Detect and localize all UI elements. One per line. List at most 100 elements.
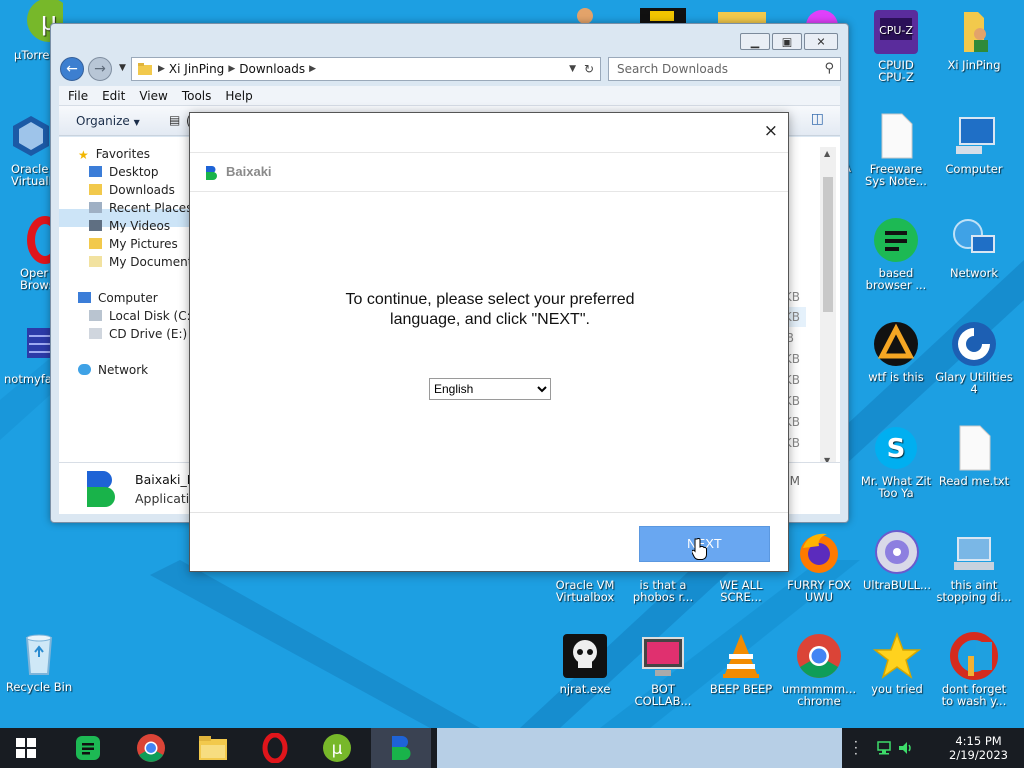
opera-icon [262,733,288,763]
preview-pane-icon[interactable]: ◫ [811,111,824,127]
desktop-icon-cpuz[interactable]: CPU-Z CPUID CPU-Z [857,8,935,83]
scroll-up-icon[interactable]: ▲ [824,149,830,158]
nav-desktop[interactable]: Desktop [89,165,159,179]
forward-button[interactable]: → [88,57,112,81]
volume-icon[interactable] [898,741,914,755]
taskbar-clock[interactable]: 4:15 PM 2/19/2023 [949,734,1008,762]
computer-icon [78,292,91,303]
taskbar-file-explorer[interactable] [185,728,241,768]
videos-folder-icon [89,220,102,231]
taskbar-empty-area[interactable] [437,728,842,768]
close-icon: ✕ [816,35,826,48]
breadcrumb-downloads[interactable]: Downloads [239,62,305,76]
menu-file[interactable]: File [68,89,88,103]
taskbar-baixaki[interactable] [371,728,431,768]
breadcrumb-xijinping[interactable]: Xi JinPing [169,62,224,76]
nav-label: Computer [98,291,158,305]
nav-downloads[interactable]: Downloads [89,183,175,197]
menu-tools[interactable]: Tools [182,89,212,103]
navigation-row: ← → ▼ ▶ Xi JinPing ▶ Downloads ▶ ▼ ↻ Sea… [59,55,841,83]
chevron-down-icon: ▼ [133,118,140,127]
language-select[interactable]: English [429,378,551,400]
folder-icon [199,736,227,760]
baixaki-app-icon [87,471,115,507]
partial-icon-user [577,8,593,24]
taskbar-based-browser[interactable] [60,728,116,768]
refresh-icon[interactable]: ↻ [584,62,594,76]
desktop-icon-label: based browser ... [865,266,927,292]
desktop-icon-label: Xi JinPing [947,58,1001,72]
nav-my-videos[interactable]: My Videos [89,219,170,233]
desktop-icon-ultrabull[interactable]: UltraBULL... [858,528,936,591]
desktop-icon-ummm-chrome[interactable]: ummmmm... chrome [780,632,858,707]
desktop-icon-based-browser[interactable]: based browser ... [857,216,935,291]
utorrent-icon: µ [323,734,351,762]
nav-local-disk[interactable]: Local Disk (C:) [89,309,195,323]
menu-help[interactable]: Help [225,89,252,103]
desktop-icon-stopping[interactable]: this aint stopping di... [935,528,1013,603]
desktop-icon-beep[interactable]: BEEP BEEP [702,632,780,695]
nav-recent-places[interactable]: Recent Places [89,201,192,215]
network-icon [953,219,995,253]
desktop-icon-youtried[interactable]: you tried [858,632,936,695]
nav-favorites[interactable]: ★ Favorites [78,147,150,162]
nav-my-pictures[interactable]: My Pictures [89,237,178,251]
text-file-icon [959,425,991,471]
taskbar-chrome[interactable] [123,728,179,768]
desktop-icon-xijinping[interactable]: Xi JinPing [935,8,1013,71]
nav-cd-drive[interactable]: CD Drive (E:) [89,327,187,341]
menu-view[interactable]: View [139,89,167,103]
desktop-icon-label: BEEP BEEP [709,682,773,696]
desktop-icon-wtf[interactable]: wtf is this [857,320,935,383]
desktop-icon-network[interactable]: Network [935,216,1013,279]
installer-icon [954,537,994,570]
drive-icon [89,310,102,321]
desktop-icon-glary[interactable]: Glary Utilities 4 [935,320,1013,395]
desktop-icon-readme[interactable]: Read me.txt [935,424,1013,487]
desktop-icon-label: BOT COLLAB... [634,682,692,708]
organize-button[interactable]: Organize ▼ [76,114,140,128]
back-button[interactable]: ← [60,57,84,81]
desktop-icon-dontforget[interactable]: dont forget to wash y... [935,632,1013,707]
desktop-icon-label: you tried [871,682,923,696]
network-status-icon[interactable] [876,741,892,755]
desktop-icon-furryfox[interactable]: FURRY FOX UWU [780,528,858,603]
dialog-brand-name: Baixaki [226,164,272,179]
start-button[interactable] [0,728,52,768]
close-window-button[interactable]: ✕ [804,33,838,50]
desktop-icon-freeware[interactable]: Freeware Sys Note... [857,112,935,187]
nav-label: Desktop [109,165,159,179]
desktop-icon-computer[interactable]: Computer [935,112,1013,175]
maximize-button[interactable]: ▣ [772,33,802,50]
scrollbar-thumb[interactable] [823,177,833,312]
dialog-close-button[interactable]: × [764,121,778,141]
search-input[interactable]: Search Downloads ⚲ [608,57,841,81]
breadcrumb-separator-icon: ▶ [228,64,236,74]
address-history-dropdown-icon[interactable]: ▼ [569,64,576,74]
open-command-icon[interactable]: ▤ [169,113,180,127]
desktop-icon-njrat[interactable]: njrat.exe [546,632,624,695]
vertical-scrollbar[interactable]: ▲ ▼ [820,147,836,467]
windows-logo-icon [16,738,36,758]
taskbar-utorrent[interactable]: µ [309,728,365,768]
desktop-icon-botcollab[interactable]: BOT COLLAB... [624,632,702,707]
nav-network[interactable]: Network [78,363,148,377]
pictures-folder-icon [89,238,102,249]
user-folder-icon [964,12,988,52]
system-tray: · · · 4:15 PM 2/19/2023 [852,728,1024,768]
installer-dialog[interactable]: × Baixaki To continue, please select you… [189,112,789,572]
nav-computer[interactable]: Computer [78,291,158,305]
aimp-icon [874,322,918,366]
address-bar[interactable]: ▶ Xi JinPing ▶ Downloads ▶ ▼ ↻ [131,57,601,81]
recent-pages-dropdown-icon[interactable]: ▼ [119,63,126,73]
partial-icon-circle [806,10,838,24]
taskbar-opera[interactable] [247,728,303,768]
desktop-icon-skype[interactable]: S Mr. What Zit Too Ya [857,424,935,499]
minimize-button[interactable]: ▁ [740,33,770,50]
tray-overflow-icon[interactable]: · · · [854,736,858,760]
desktop-icon-recycle-bin[interactable]: Recycle Bin [0,630,78,693]
nav-my-documents[interactable]: My Documents [89,255,199,269]
nav-label: Downloads [109,183,175,197]
menu-edit[interactable]: Edit [102,89,125,103]
cpuz-icon: CPU-Z [874,10,918,54]
